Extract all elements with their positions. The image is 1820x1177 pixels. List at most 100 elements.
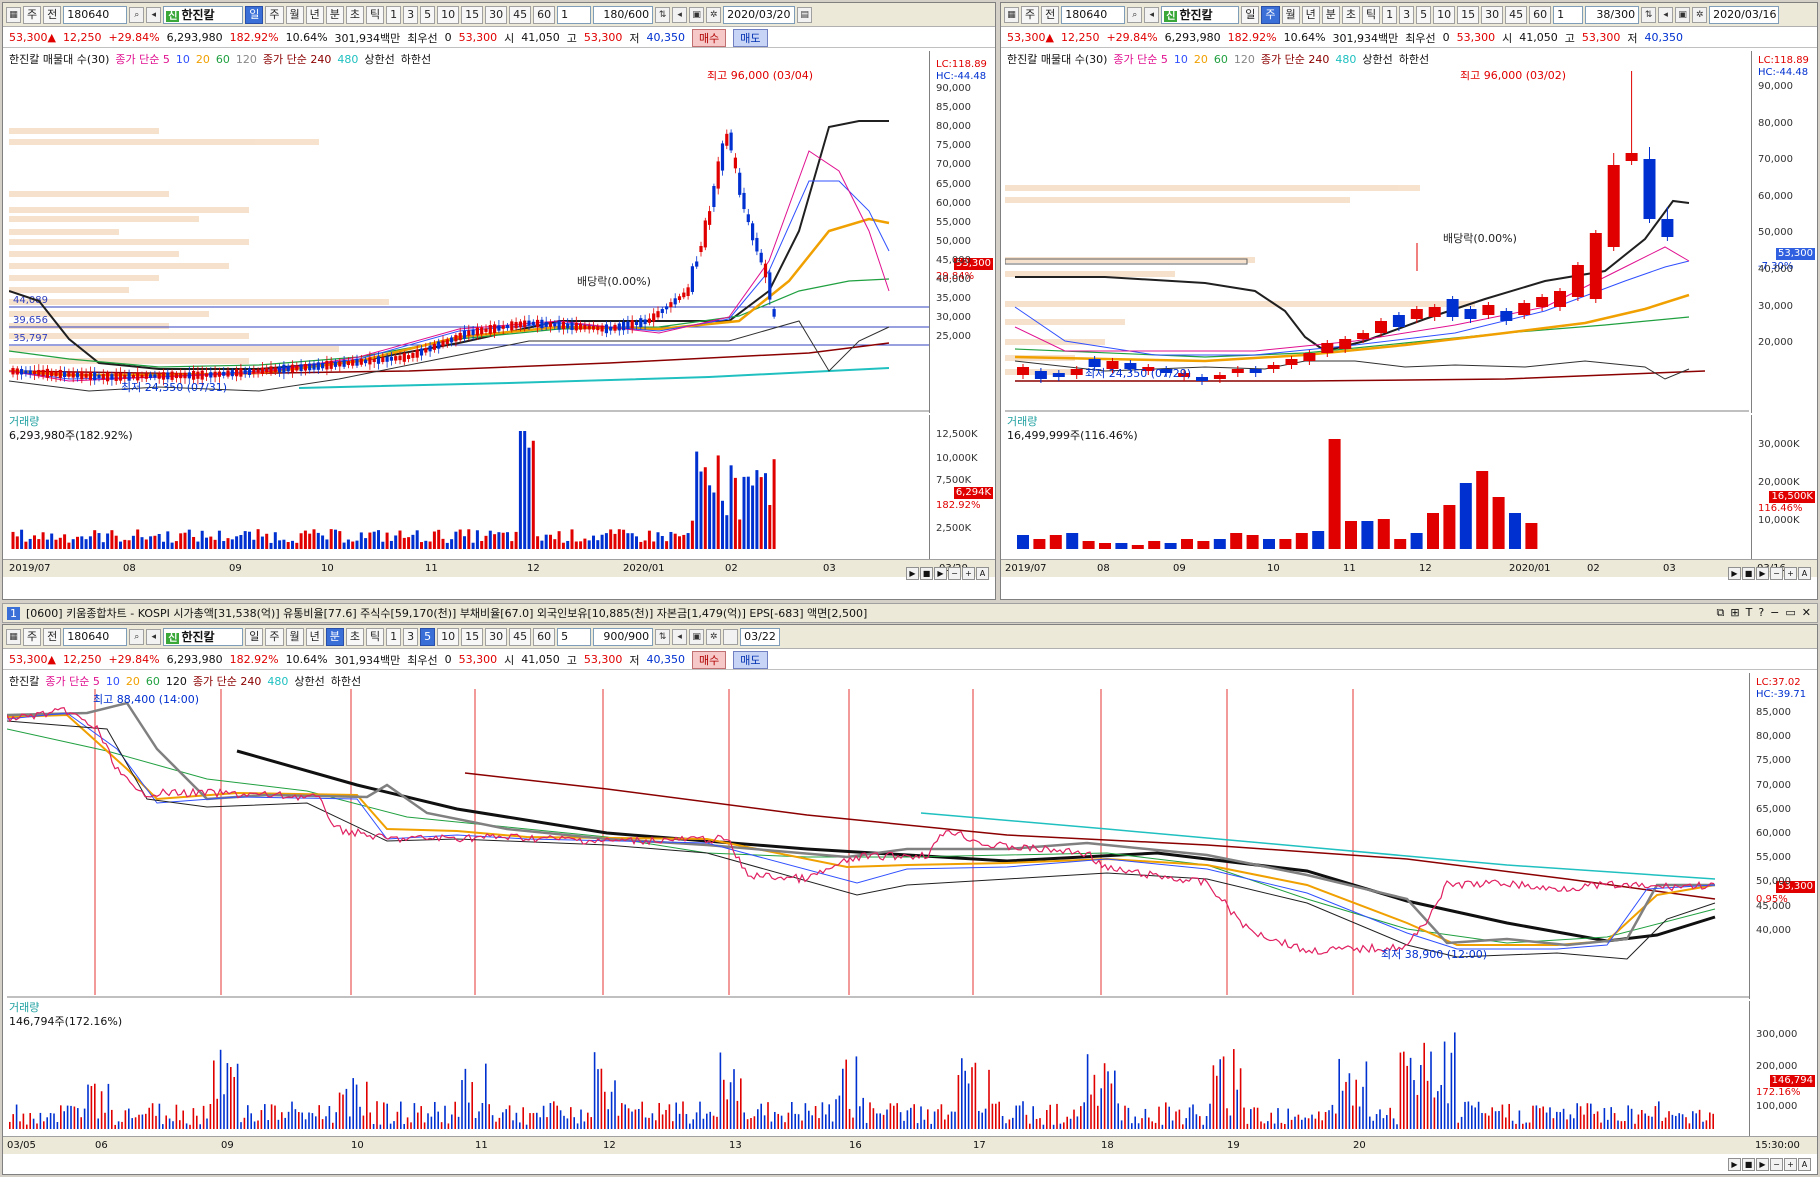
gear-icon[interactable]: ✲: [706, 6, 722, 23]
calendar-icon[interactable]: ▤: [797, 6, 813, 23]
num-3[interactable]: 3: [403, 627, 419, 646]
search-icon[interactable]: ⌕: [129, 6, 145, 23]
save-icon[interactable]: ▣: [689, 628, 705, 645]
period-second[interactable]: 초: [1341, 5, 1360, 24]
num-30[interactable]: 30: [485, 627, 508, 646]
num-45[interactable]: 45: [509, 627, 532, 646]
period-tick[interactable]: 틱: [1362, 5, 1381, 24]
legend-ma120[interactable]: 120: [1234, 53, 1255, 66]
period-month[interactable]: 월: [285, 5, 304, 24]
num-60[interactable]: 60: [1529, 5, 1552, 24]
legend-ma480[interactable]: 480: [267, 675, 288, 688]
legend-ma5[interactable]: 종가 단순 5: [115, 51, 169, 67]
search-icon[interactable]: ⌕: [1127, 6, 1143, 23]
volume-chart[interactable]: [1005, 423, 1749, 559]
prev-button[interactable]: 전: [43, 5, 62, 24]
save-icon[interactable]: ▣: [1675, 6, 1691, 23]
num-1[interactable]: 1: [386, 5, 402, 24]
zoom-in-icon[interactable]: +: [962, 567, 975, 580]
num-1[interactable]: 1: [1382, 5, 1398, 24]
num-5[interactable]: 5: [1416, 5, 1432, 24]
x-axis[interactable]: 03/05 06 09 10 11 12 13 16 17 18 19 20 15:30:00: [3, 1136, 1817, 1154]
stock-name[interactable]: 신 한진칼: [163, 627, 244, 646]
volume-axis[interactable]: 12,500K 10,000K 7,500K 6,294K 182.92% 2,…: [929, 415, 995, 559]
period-tick[interactable]: 틱: [366, 5, 385, 24]
price-axis[interactable]: LC:37.02 HC:-39.71 53,300 0.95% 85,000 80…: [1749, 673, 1817, 999]
period-year[interactable]: 년: [305, 5, 324, 24]
legend-ma480[interactable]: 480: [1335, 53, 1356, 66]
legend-ma20[interactable]: 20: [196, 53, 210, 66]
prev-button[interactable]: 전: [43, 627, 62, 646]
legend-lower[interactable]: 하한선: [331, 673, 361, 689]
legend-name[interactable]: 한진칼 매물대 수(30): [1007, 51, 1107, 67]
num-60[interactable]: 60: [533, 627, 556, 646]
chart-type-icon[interactable]: ⇅: [655, 6, 671, 23]
market-select[interactable]: 주: [23, 5, 42, 24]
gear-icon[interactable]: ✲: [1692, 6, 1708, 23]
pin-icon[interactable]: ⊞: [1730, 606, 1739, 620]
legend-ma5[interactable]: 종가 단순 5: [1113, 51, 1167, 67]
legend-lower[interactable]: 하한선: [1399, 51, 1429, 67]
legend-ma480[interactable]: 480: [337, 53, 358, 66]
num-10[interactable]: 10: [437, 627, 460, 646]
grid-icon[interactable]: ▦: [1004, 6, 1019, 23]
volume-chart[interactable]: [9, 423, 929, 559]
prev-button[interactable]: 전: [1041, 5, 1060, 24]
speaker-icon[interactable]: ◂: [1658, 6, 1674, 23]
next-icon[interactable]: ▶: [1756, 567, 1769, 580]
unit-select[interactable]: 1: [1553, 5, 1584, 24]
legend-ma60[interactable]: 60: [216, 53, 230, 66]
period-month[interactable]: 월: [285, 627, 304, 646]
close-icon[interactable]: ✕: [1802, 606, 1811, 620]
period-year[interactable]: 년: [1301, 5, 1320, 24]
num-60[interactable]: 60: [533, 5, 556, 24]
speaker-icon[interactable]: ◂: [146, 628, 162, 645]
legend-ma120[interactable]: 120: [166, 675, 187, 688]
date-input[interactable]: 2020/03/16: [1709, 5, 1780, 24]
price-axis[interactable]: LC:118.89 HC:-44.48 53,300 29.84% 90,000…: [929, 51, 995, 413]
num-15[interactable]: 15: [461, 5, 484, 24]
speaker-icon[interactable]: ◂: [672, 6, 688, 23]
save-icon[interactable]: ▣: [689, 6, 705, 23]
legend-ma10[interactable]: 10: [106, 675, 120, 688]
zoom-out-icon[interactable]: −: [948, 567, 961, 580]
volume-axis[interactable]: 30,000K 20,000K 16,500K 116.46% 10,000K: [1751, 415, 1817, 559]
market-select[interactable]: 주: [23, 627, 42, 646]
restore-icon[interactable]: ▭: [1785, 606, 1795, 620]
zoom-out-icon[interactable]: −: [1770, 1158, 1783, 1171]
legend-ma240[interactable]: 종가 단순 240: [263, 51, 331, 67]
period-minute[interactable]: 분: [325, 5, 344, 24]
legend-name[interactable]: 한진칼 매물대 수(30): [9, 51, 109, 67]
legend-upper[interactable]: 상한선: [294, 673, 324, 689]
count-input[interactable]: 900/900: [593, 627, 654, 646]
play-icon[interactable]: ▶: [1728, 1158, 1741, 1171]
period-day[interactable]: 일: [1241, 5, 1260, 24]
num-1[interactable]: 1: [386, 627, 402, 646]
sell-button[interactable]: 매도: [733, 28, 768, 47]
legend-ma60[interactable]: 60: [146, 675, 160, 688]
count-input[interactable]: 38/300: [1585, 5, 1640, 24]
zoom-in-icon[interactable]: +: [1784, 1158, 1797, 1171]
play-icon[interactable]: ▶: [906, 567, 919, 580]
price-chart[interactable]: 최고 96,000 (03/02) 최저 24,350 (07/29) 배당락(…: [1005, 71, 1749, 413]
period-week[interactable]: 주: [265, 5, 284, 24]
legend-ma120[interactable]: 120: [236, 53, 257, 66]
volume-axis[interactable]: 300,000 200,000 146,794 172.16% 100,000: [1749, 1001, 1817, 1136]
period-day[interactable]: 일: [245, 5, 264, 24]
speaker-icon[interactable]: ◂: [1144, 6, 1160, 23]
zoom-in-icon[interactable]: +: [1784, 567, 1797, 580]
checkbox-icon[interactable]: [723, 628, 739, 645]
num-10[interactable]: 10: [1433, 5, 1456, 24]
stop-icon[interactable]: ■: [1742, 1158, 1755, 1171]
window-number[interactable]: 1: [7, 606, 20, 620]
grid-icon[interactable]: ▦: [6, 628, 21, 645]
num-45[interactable]: 45: [1505, 5, 1528, 24]
legend-ma10[interactable]: 10: [176, 53, 190, 66]
code-input[interactable]: 180640: [1061, 5, 1126, 24]
period-month[interactable]: 월: [1281, 5, 1300, 24]
price-axis[interactable]: LC:118.89 HC:-44.48 53,300 -7.30% 90,000…: [1751, 51, 1817, 413]
period-week[interactable]: 주: [1261, 5, 1280, 24]
period-second[interactable]: 초: [345, 5, 364, 24]
code-input[interactable]: 180640: [63, 5, 128, 24]
sell-button[interactable]: 매도: [733, 650, 768, 669]
